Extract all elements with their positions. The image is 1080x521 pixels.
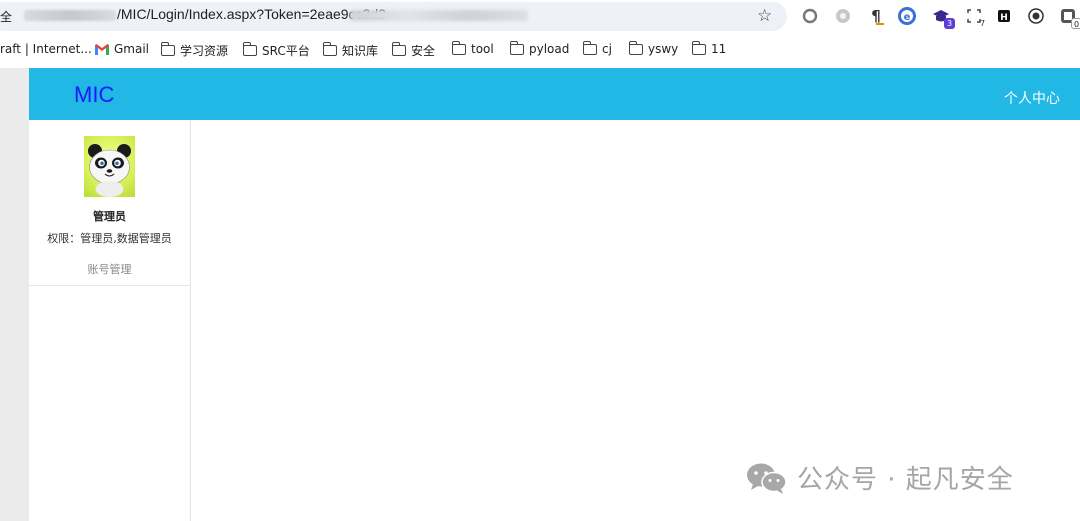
profile-card: 管理员 权限：管理员,数据管理员 账号管理 bbox=[29, 120, 190, 286]
extension-circle-icon[interactable] bbox=[800, 6, 820, 26]
bookmark-folder[interactable]: pyload bbox=[509, 40, 569, 56]
bookmark-folder[interactable]: cj bbox=[582, 40, 612, 56]
folder-icon bbox=[691, 40, 706, 55]
panda-avatar-icon bbox=[88, 144, 131, 197]
folder-icon bbox=[451, 40, 466, 55]
folder-icon bbox=[582, 40, 597, 55]
redacted-token bbox=[350, 10, 528, 21]
bookmark-folder[interactable]: 学习资源 bbox=[160, 42, 228, 59]
sidebar: 管理员 权限：管理员,数据管理员 账号管理 bbox=[29, 120, 191, 521]
bookmark-folder[interactable]: 11 bbox=[691, 40, 726, 56]
folder-icon bbox=[160, 42, 175, 56]
extension-seal-icon[interactable] bbox=[1026, 6, 1046, 26]
folder-icon bbox=[322, 42, 337, 56]
account-management-link[interactable]: 账号管理 bbox=[29, 261, 190, 277]
bookmarks-bar: raft | Internet... Gmail 学习资源 SRC平台 知识库 … bbox=[0, 33, 1080, 67]
watermark: 公众号 · 起凡安全 bbox=[745, 459, 1014, 496]
watermark-text: 公众号 · 起凡安全 bbox=[797, 465, 1014, 495]
gmail-icon bbox=[95, 43, 109, 55]
left-gutter bbox=[0, 68, 29, 521]
folder-icon bbox=[242, 42, 257, 56]
address-prefix: 全 bbox=[0, 10, 13, 24]
app-header: MIC 个人中心 bbox=[29, 68, 1080, 120]
bookmark-folder[interactable]: yswy bbox=[628, 40, 678, 56]
extension-pilcrow-icon[interactable]: ¶ bbox=[866, 6, 886, 26]
svg-text:e: e bbox=[904, 12, 911, 23]
extension-hat-icon[interactable]: 3 bbox=[931, 6, 955, 29]
address-url[interactable]: /MIC/Login/Index.aspx?Token=2eae9cc2d2 bbox=[117, 6, 386, 22]
extension-badge: 0 bbox=[1071, 18, 1080, 29]
wechat-icon bbox=[747, 463, 787, 494]
svg-text:H: H bbox=[1000, 13, 1008, 23]
bookmark-star-icon[interactable]: ☆ bbox=[757, 6, 772, 26]
extension-scan-icon[interactable]: 7 bbox=[964, 6, 985, 28]
extension-e-icon[interactable]: e bbox=[897, 6, 917, 26]
bookmark-gmail[interactable]: Gmail bbox=[95, 42, 149, 56]
bookmark-folder[interactable]: SRC平台 bbox=[242, 42, 310, 59]
address-row: 全 /MIC/Login/Index.aspx?Token=2eae9cc2d2… bbox=[0, 0, 1080, 33]
brand-logo[interactable]: MIC bbox=[74, 82, 114, 108]
avatar[interactable] bbox=[84, 136, 135, 197]
bookmark-folder[interactable]: tool bbox=[451, 40, 494, 56]
extension-badge: 7 bbox=[979, 19, 986, 28]
extension-grey-icon[interactable] bbox=[833, 6, 853, 26]
bookmark-folder[interactable]: 安全 bbox=[391, 42, 435, 59]
redacted-host bbox=[24, 10, 116, 21]
extension-h-icon[interactable]: H bbox=[994, 6, 1014, 26]
bookmark-item[interactable]: raft | Internet... bbox=[0, 42, 92, 56]
profile-permissions: 权限：管理员,数据管理员 bbox=[47, 232, 172, 245]
folder-icon bbox=[509, 40, 524, 55]
folder-icon bbox=[628, 40, 643, 55]
folder-icon bbox=[391, 42, 406, 56]
user-center-link[interactable]: 个人中心 bbox=[1004, 88, 1060, 108]
profile-name: 管理员 bbox=[93, 210, 126, 223]
bookmark-folder[interactable]: 知识库 bbox=[322, 42, 378, 59]
browser-chrome: 全 /MIC/Login/Index.aspx?Token=2eae9cc2d2… bbox=[0, 0, 1080, 68]
extension-badge: 3 bbox=[944, 18, 955, 29]
extension-counter-icon[interactable]: 0 bbox=[1058, 6, 1080, 29]
